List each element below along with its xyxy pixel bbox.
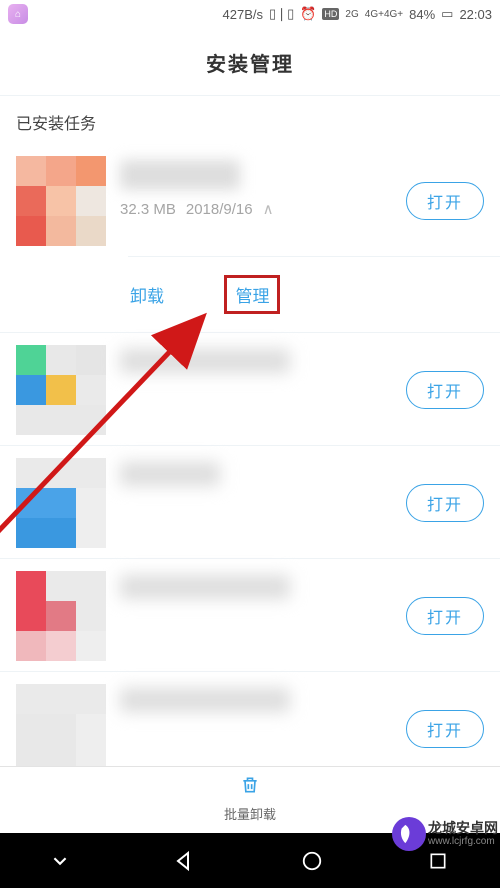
vibrate-icon: ▯❘▯	[269, 6, 294, 22]
nav-back-icon[interactable]	[172, 849, 196, 873]
battery-icon: ▭	[441, 6, 453, 22]
open-button[interactable]: 打开	[406, 484, 484, 522]
app-name	[120, 349, 290, 373]
app-name	[120, 462, 220, 486]
app-row[interactable]: 打开	[0, 558, 500, 671]
app-row[interactable]: 打开	[0, 445, 500, 558]
watermark: 龙城安卓网 www.lcjrfg.com	[392, 817, 498, 851]
manage-link[interactable]: 管理	[235, 282, 269, 307]
nav-recent-icon[interactable]	[428, 851, 448, 871]
gallery-icon: ⌂	[8, 4, 28, 24]
app-name	[120, 160, 240, 190]
app-name	[120, 688, 290, 712]
signal-2g: 2G	[345, 9, 358, 20]
hd-icon: HD	[322, 8, 339, 20]
app-date: 2018/9/16	[186, 201, 253, 218]
app-icon	[16, 458, 106, 548]
open-button[interactable]: 打开	[406, 371, 484, 409]
alarm-icon: ⏰	[300, 6, 316, 22]
watermark-name: 龙城安卓网	[428, 821, 498, 836]
clock: 22:03	[459, 7, 492, 22]
uninstall-link[interactable]: 卸载	[130, 282, 164, 307]
open-button[interactable]: 打开	[406, 710, 484, 748]
page-title: 安装管理	[0, 28, 500, 95]
chevron-up-icon[interactable]: ∧	[263, 200, 274, 218]
app-row[interactable]: 32.3 MB 2018/9/16 ∧ 打开	[0, 144, 500, 256]
app-row[interactable]: 打开	[0, 332, 500, 445]
section-installed-header: 已安装任务	[0, 95, 500, 144]
nav-home-icon[interactable]	[301, 850, 323, 872]
trash-icon	[0, 775, 500, 801]
app-icon	[16, 684, 106, 774]
open-button[interactable]: 打开	[406, 182, 484, 220]
app-size: 32.3 MB	[120, 201, 176, 218]
signal-4g: 4G+4G+	[365, 9, 403, 20]
watermark-url: www.lcjrfg.com	[428, 836, 498, 847]
watermark-logo-icon	[392, 817, 426, 851]
network-speed: 427B/s	[223, 7, 263, 22]
status-bar: ⌂ 427B/s ▯❘▯ ⏰ HD 2G 4G+4G+ 84% ▭ 22:03	[0, 0, 500, 28]
battery-percent: 84%	[409, 7, 435, 22]
app-icon	[16, 571, 106, 661]
app-name	[120, 575, 290, 599]
app-icon	[16, 156, 106, 246]
expanded-actions: 卸载 管理	[0, 257, 500, 332]
nav-dropdown-icon[interactable]	[53, 854, 67, 868]
app-icon	[16, 345, 106, 435]
open-button[interactable]: 打开	[406, 597, 484, 635]
